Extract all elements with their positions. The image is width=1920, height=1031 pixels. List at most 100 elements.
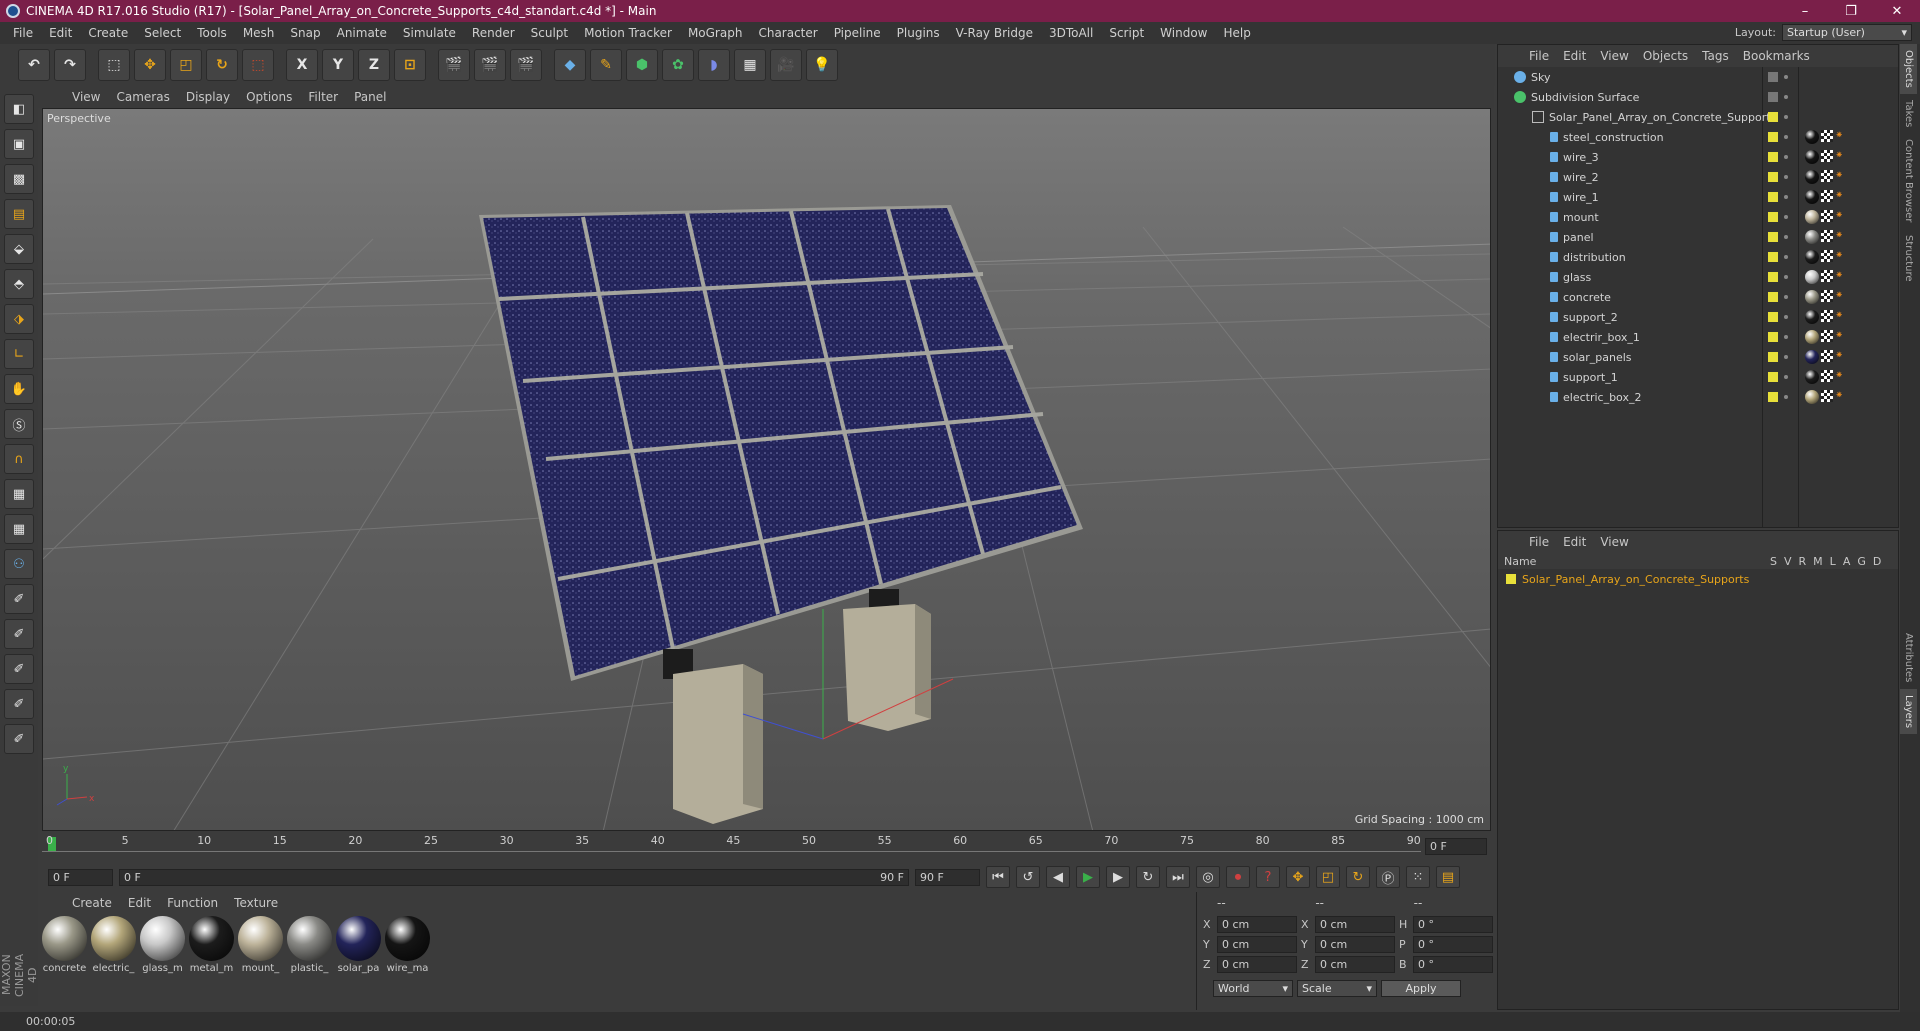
start-frame-field[interactable]: 0 F (48, 868, 113, 886)
undo-button[interactable]: ↶ (18, 49, 50, 81)
menu-render[interactable]: Render (464, 26, 523, 40)
axis-mode-icon[interactable]: ∟ (4, 339, 34, 369)
texture-mode-icon[interactable]: ▩ (4, 164, 34, 194)
object-row[interactable]: wire_2 ⁕ (1498, 167, 1898, 187)
brush-tool-icon[interactable]: ✐ (4, 584, 34, 614)
material-swatch[interactable]: metal_m (189, 916, 234, 974)
layer-menu-file[interactable]: File (1522, 535, 1556, 549)
object-row[interactable]: steel_construction ⁕ (1498, 127, 1898, 147)
move-tool-icon[interactable]: ✥ (134, 49, 166, 81)
object-row[interactable]: electrir_box_1 ⁕ (1498, 327, 1898, 347)
texture-tag-icon[interactable] (1821, 290, 1833, 302)
texture-tag-icon[interactable] (1821, 270, 1833, 282)
object-menu-bookmarks[interactable]: Bookmarks (1736, 49, 1817, 63)
menu-mograph[interactable]: MoGraph (680, 26, 751, 40)
layer-col-r[interactable]: R (1799, 555, 1807, 568)
render-dot[interactable] (1784, 255, 1788, 259)
menu-plugins[interactable]: Plugins (889, 26, 948, 40)
redo-button[interactable]: ↷ (54, 49, 86, 81)
material-swatch[interactable]: plastic_ (287, 916, 332, 974)
go-to-end-icon[interactable]: ⏭ (1166, 866, 1190, 888)
cloner-icon[interactable]: ✿ (662, 49, 694, 81)
layer-col-s[interactable]: S (1770, 555, 1777, 568)
render-settings-icon[interactable]: 🎬 (510, 49, 542, 81)
light-icon[interactable]: 💡 (806, 49, 838, 81)
snap-icon[interactable]: Ⓢ (4, 409, 34, 439)
render-dot[interactable] (1784, 375, 1788, 379)
menu-character[interactable]: Character (750, 26, 825, 40)
texture-tag-icon[interactable] (1821, 350, 1833, 362)
material-tag-icon[interactable] (1805, 390, 1819, 404)
scale-tool-icon[interactable]: ◰ (170, 49, 202, 81)
coordinate-system-icon[interactable]: ⊡ (394, 49, 426, 81)
paint-tool-icon[interactable]: ✐ (4, 619, 34, 649)
phong-tag-icon[interactable]: ⁕ (1835, 210, 1845, 221)
object-menu-file[interactable]: File (1522, 49, 1556, 63)
material-tag-icon[interactable] (1805, 290, 1819, 304)
object-row[interactable]: Solar_Panel_Array_on_Concrete_Supports (1498, 107, 1898, 127)
object-row[interactable]: concrete ⁕ (1498, 287, 1898, 307)
x-axis-lock-button[interactable]: X (286, 49, 318, 81)
material-tag-icon[interactable] (1805, 270, 1819, 284)
key-position-icon[interactable]: ✥ (1286, 866, 1310, 888)
layer-color-tag[interactable] (1768, 112, 1778, 122)
menu-select[interactable]: Select (136, 26, 189, 40)
material-tag-icon[interactable] (1805, 310, 1819, 324)
object-row[interactable]: Sky (1498, 67, 1898, 87)
viewport-menu-display[interactable]: Display (178, 90, 238, 104)
render-dot[interactable] (1784, 215, 1788, 219)
viewport-menu-options[interactable]: Options (238, 90, 300, 104)
texture-tag-icon[interactable] (1821, 210, 1833, 222)
render-dot[interactable] (1784, 195, 1788, 199)
texture-tag-icon[interactable] (1821, 230, 1833, 242)
phong-tag-icon[interactable]: ⁕ (1835, 190, 1845, 201)
material-tag-icon[interactable] (1805, 210, 1819, 224)
phong-tag-icon[interactable]: ⁕ (1835, 130, 1845, 141)
viewport-menu-view[interactable]: View (64, 90, 108, 104)
object-row[interactable]: distribution ⁕ (1498, 247, 1898, 267)
layer-color-tag[interactable] (1768, 372, 1778, 382)
viewport-menu-cameras[interactable]: Cameras (108, 90, 177, 104)
texture-tag-icon[interactable] (1821, 370, 1833, 382)
menu-mesh[interactable]: Mesh (235, 26, 283, 40)
menu-edit[interactable]: Edit (41, 26, 80, 40)
phong-tag-icon[interactable]: ⁕ (1835, 170, 1845, 181)
layer-color-tag[interactable] (1768, 132, 1778, 142)
object-menu-edit[interactable]: Edit (1556, 49, 1593, 63)
layer-color-tag[interactable] (1768, 232, 1778, 242)
menu-v-ray-bridge[interactable]: V-Ray Bridge (948, 26, 1041, 40)
menu-3dtoall[interactable]: 3DToAll (1041, 26, 1101, 40)
material-tag-icon[interactable] (1805, 150, 1819, 164)
restore-button[interactable]: ❐ (1828, 0, 1874, 22)
previous-key-icon[interactable]: ↺ (1016, 866, 1040, 888)
layer-col-g[interactable]: G (1857, 555, 1866, 568)
layer-color-tag[interactable] (1768, 212, 1778, 222)
material-swatch[interactable]: concrete (42, 916, 87, 974)
object-row[interactable]: solar_panels ⁕ (1498, 347, 1898, 367)
object-row[interactable]: support_2 ⁕ (1498, 307, 1898, 327)
object-row[interactable]: mount ⁕ (1498, 207, 1898, 227)
side-tab-objects[interactable]: Objects (1900, 44, 1917, 94)
timeline-ruler[interactable]: 0 F 0 5 10 15 20 25 30 35 40 45 50 55 60 65 70 75 80 85 90 (42, 834, 1491, 864)
object-row[interactable]: wire_3 ⁕ (1498, 147, 1898, 167)
workplane-icon[interactable]: ▤ (4, 199, 34, 229)
material-menu-create[interactable]: Create (64, 896, 120, 910)
side-tab-layers[interactable]: Layers (1900, 688, 1917, 734)
texture-tag-icon[interactable] (1821, 170, 1833, 182)
go-to-start-icon[interactable]: ⏮ (986, 866, 1010, 888)
coord-value-field[interactable]: 0 ° (1413, 915, 1493, 933)
material-swatch[interactable]: electric_ (91, 916, 136, 974)
magnet-icon[interactable]: ∩ (4, 444, 34, 474)
coord-value-field[interactable]: 0 cm (1217, 935, 1297, 953)
layer-col-l[interactable]: L (1830, 555, 1836, 568)
coord-value-field[interactable]: 0 cm (1217, 955, 1297, 973)
phong-tag-icon[interactable]: ⁕ (1835, 310, 1845, 321)
coord-value-field[interactable]: 0 cm (1315, 915, 1395, 933)
layer-color-tag[interactable] (1768, 252, 1778, 262)
perspective-viewport[interactable]: y x Perspective Grid Spacing : 1000 cm (42, 108, 1491, 831)
coord-system-dropdown[interactable]: World ▾ (1213, 979, 1293, 997)
close-button[interactable]: ✕ (1874, 0, 1920, 22)
z-axis-lock-button[interactable]: Z (358, 49, 390, 81)
material-tag-icon[interactable] (1805, 250, 1819, 264)
side-tab-attributes[interactable]: Attributes (1900, 627, 1917, 688)
